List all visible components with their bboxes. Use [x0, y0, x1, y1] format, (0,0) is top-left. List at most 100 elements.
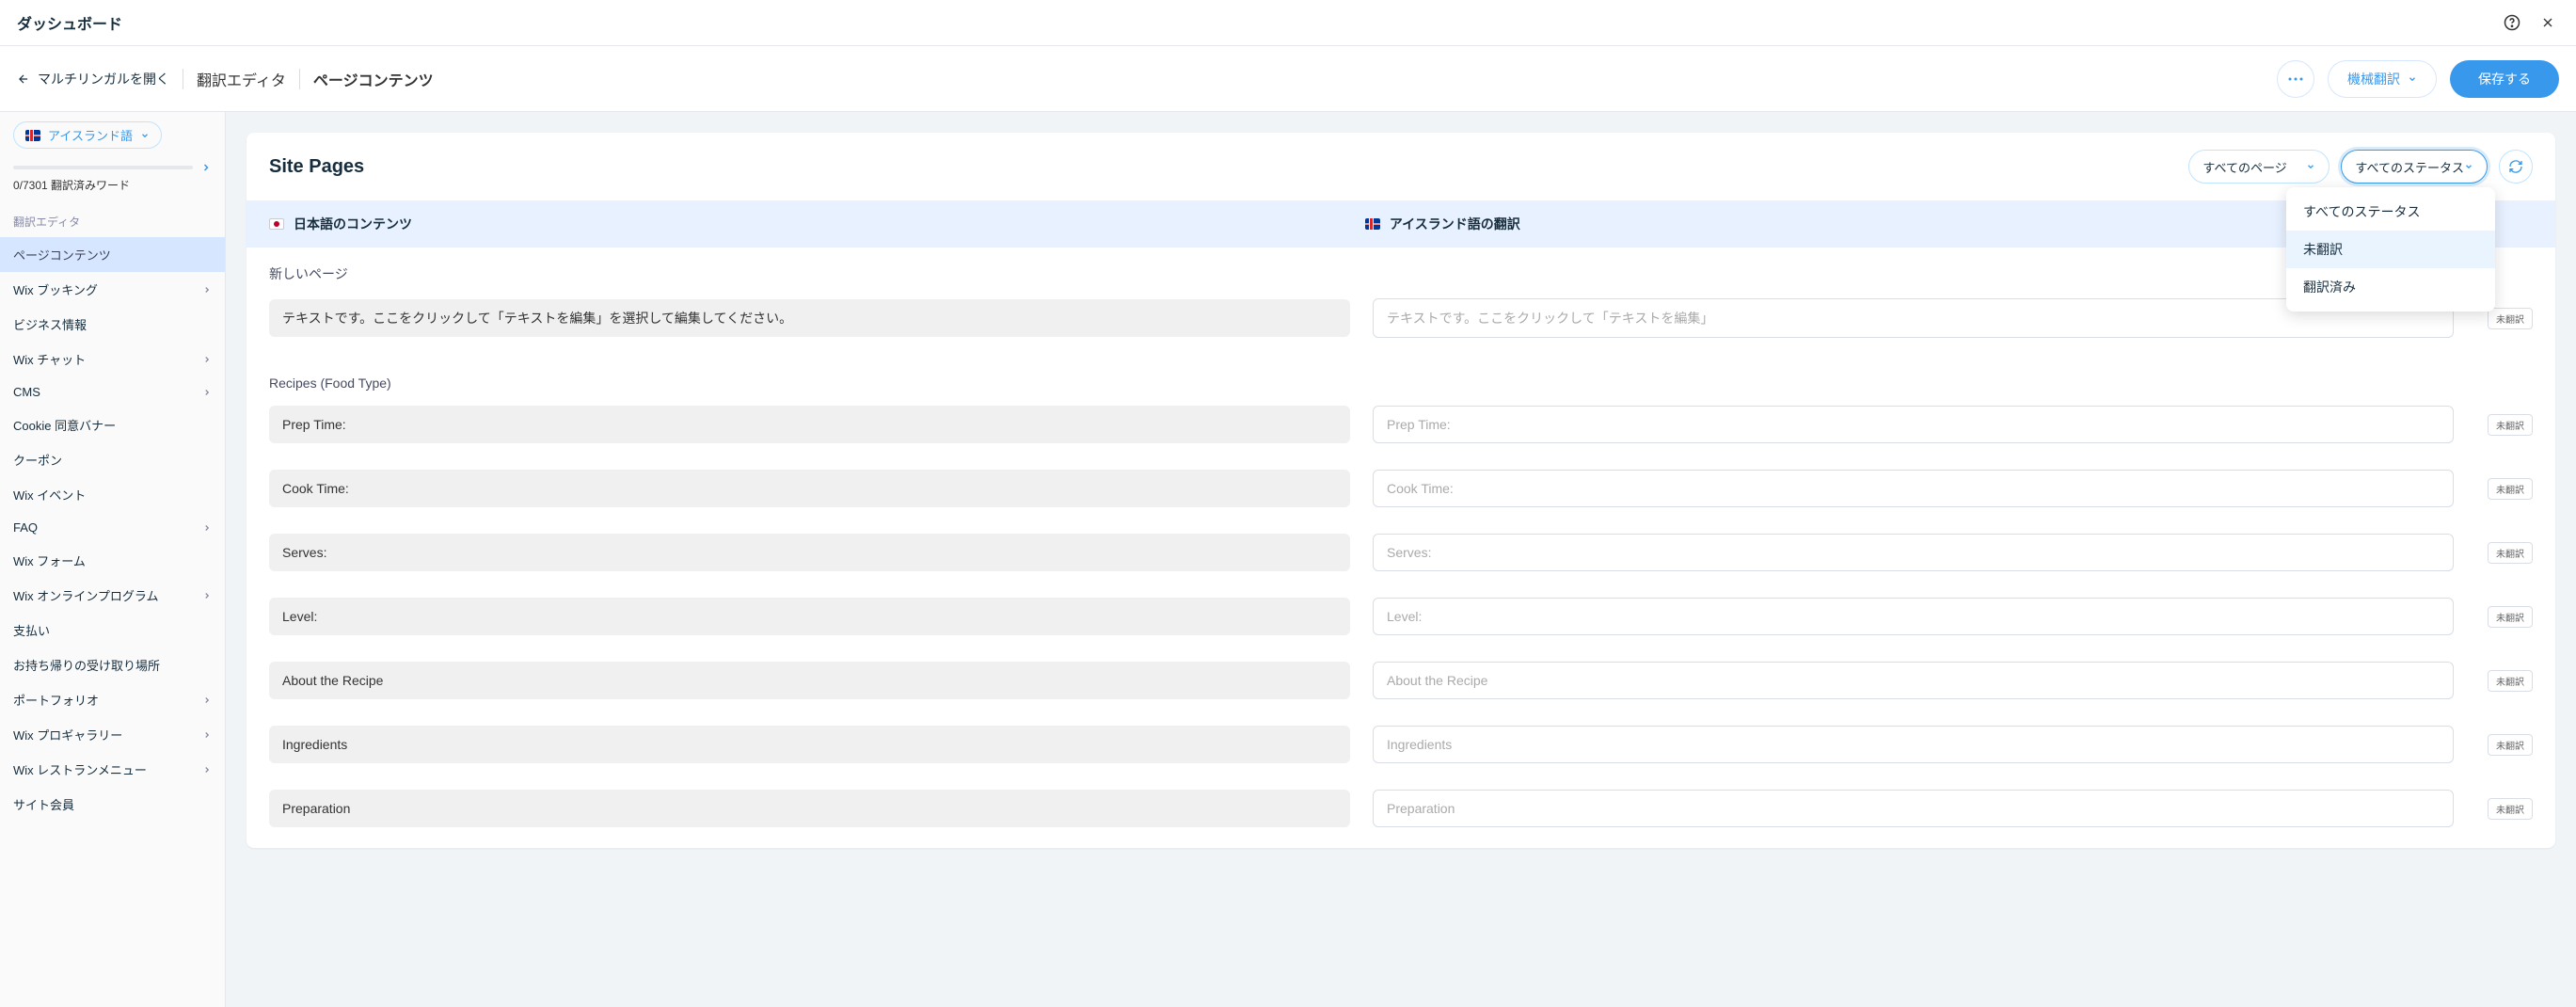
sidebar-item[interactable]: Wix レストランメニュー [0, 752, 225, 787]
sidebar-item[interactable]: Wix イベント [0, 477, 225, 512]
content-panel: Site Pages すべてのページ すべてのステータス [246, 133, 2555, 848]
translation-row: Ingredients Ingredients 未翻訳 [246, 720, 2555, 784]
iceland-flag-icon [25, 130, 40, 141]
sidebar-item[interactable]: Wix ブッキング [0, 272, 225, 307]
target-input[interactable]: Level: [1373, 598, 2454, 635]
source-column-label: 日本語のコンテンツ [294, 215, 412, 233]
sidebar-item-label: Cookie 同意バナー [13, 416, 116, 434]
sidebar-item-label: 支払い [13, 621, 50, 639]
sidebar-item-label: ポートフォリオ [13, 691, 99, 709]
sidebar-item[interactable]: ページコンテンツ [0, 237, 225, 272]
chevron-down-icon [2408, 74, 2417, 84]
source-text[interactable]: テキストです。ここをクリックして「テキストを編集」を選択して編集してください。 [269, 299, 1350, 337]
sidebar-item[interactable]: CMS [0, 376, 225, 408]
chevron-right-icon [202, 730, 212, 740]
breadcrumb-editor[interactable]: 翻訳エディタ [197, 68, 286, 90]
back-link[interactable]: マルチリンガルを開く [17, 70, 169, 88]
sidebar-item-label: ページコンテンツ [13, 246, 111, 264]
sidebar-item-label: FAQ [13, 520, 38, 535]
translation-row: Cook Time:Cook Time:未翻訳 [246, 464, 2555, 528]
chevron-right-icon [202, 695, 212, 705]
source-text[interactable]: Preparation [269, 790, 1350, 827]
sidebar-item-label: ビジネス情報 [13, 315, 87, 333]
translation-row: Prep Time:Prep Time:未翻訳 [246, 400, 2555, 464]
status-badge: 未翻訳 [2488, 670, 2533, 692]
topbar: ダッシュボード [0, 0, 2576, 46]
target-input[interactable]: Serves: [1373, 534, 2454, 571]
source-text[interactable]: Serves: [269, 534, 1350, 571]
status-filter-select[interactable]: すべてのステータス [2341, 150, 2488, 184]
close-icon[interactable] [2536, 11, 2559, 34]
machine-translate-label: 機械翻訳 [2347, 70, 2400, 88]
sidebar-item[interactable]: 支払い [0, 613, 225, 647]
status-badge: 未翻訳 [2488, 798, 2533, 820]
source-text[interactable]: Level: [269, 598, 1350, 635]
target-input[interactable]: Prep Time: [1373, 406, 2454, 443]
machine-translate-button[interactable]: 機械翻訳 [2328, 60, 2437, 98]
source-text[interactable]: Cook Time: [269, 470, 1350, 507]
more-button[interactable] [2277, 60, 2314, 98]
target-input[interactable]: Preparation [1373, 790, 2454, 827]
dropdown-opt-untranslated[interactable]: 未翻訳 [2286, 231, 2495, 268]
source-text[interactable]: Prep Time: [269, 406, 1350, 443]
dropdown-opt-translated[interactable]: 翻訳済み [2286, 268, 2495, 306]
dropdown-opt-all[interactable]: すべてのステータス [2286, 193, 2495, 231]
sidebar: アイスランド語 0/7301 翻訳済みワード 翻訳エディタ ページコンテンツWi… [0, 112, 226, 1007]
sidebar-item-label: Wix レストランメニュー [13, 760, 147, 778]
sidebar-item[interactable]: Wix オンラインプログラム [0, 578, 225, 613]
save-button[interactable]: 保存する [2450, 60, 2559, 98]
source-text[interactable]: About the Recipe [269, 662, 1350, 699]
sidebar-item[interactable]: ビジネス情報 [0, 307, 225, 342]
source-text[interactable]: Ingredients [269, 726, 1350, 763]
sidebar-item[interactable]: Wix チャット [0, 342, 225, 376]
chevron-right-icon [202, 591, 212, 600]
page-filter-select[interactable]: すべてのページ [2188, 150, 2330, 184]
sidebar-item[interactable]: クーポン [0, 442, 225, 477]
status-badge: 未翻訳 [2488, 734, 2533, 756]
target-input[interactable]: Ingredients [1373, 726, 2454, 763]
refresh-button[interactable] [2499, 150, 2533, 184]
status-badge: 未翻訳 [2488, 606, 2533, 628]
actionbar: マルチリンガルを開く 翻訳エディタ ページコンテンツ 機械翻訳 保存する [0, 46, 2576, 112]
section-label: Recipes (Food Type) [246, 359, 2555, 400]
panel-header: Site Pages すべてのページ すべてのステータス [246, 133, 2555, 200]
help-icon[interactable] [2501, 11, 2523, 34]
japan-flag-icon [269, 218, 284, 230]
chevron-right-icon [202, 388, 212, 397]
divider [299, 69, 300, 89]
sidebar-item[interactable]: ポートフォリオ [0, 682, 225, 717]
sidebar-item[interactable]: Wix フォーム [0, 543, 225, 578]
sidebar-item-label: Wix ブッキング [13, 280, 98, 298]
section-label: 新しいページ [246, 248, 2555, 293]
target-input[interactable]: Cook Time: [1373, 470, 2454, 507]
target-column-label: アイスランド語の翻訳 [1390, 215, 1520, 233]
iceland-flag-icon [1365, 218, 1380, 230]
sidebar-section-label: 翻訳エディタ [0, 206, 225, 237]
sidebar-item-label: CMS [13, 385, 40, 399]
arrow-left-icon [17, 72, 30, 86]
language-select[interactable]: アイスランド語 [13, 121, 162, 149]
sidebar-item-label: クーポン [13, 451, 62, 469]
progress-expand[interactable] [200, 162, 212, 173]
page-filter-label: すべてのページ [2202, 158, 2286, 176]
status-filter-label: すべてのステータス [2355, 158, 2464, 176]
chevron-right-icon [202, 765, 212, 775]
panel-title: Site Pages [269, 156, 2177, 178]
column-header-row: 日本語のコンテンツ アイスランド語の翻訳 [246, 200, 2555, 248]
sidebar-item[interactable]: お持ち帰りの受け取り場所 [0, 647, 225, 682]
sidebar-item[interactable]: FAQ [0, 512, 225, 543]
sidebar-item-label: Wix オンラインプログラム [13, 586, 159, 604]
status-filter-dropdown: すべてのステータス 未翻訳 翻訳済み [2286, 187, 2495, 312]
sidebar-item-label: Wix イベント [13, 486, 86, 504]
sidebar-item-label: お持ち帰りの受け取り場所 [13, 656, 160, 674]
main-area: Site Pages すべてのページ すべてのステータス [226, 112, 2576, 1007]
status-badge: 未翻訳 [2488, 542, 2533, 564]
translation-row: Level: Level: 未翻訳 [246, 592, 2555, 656]
translation-row: テキストです。ここをクリックして「テキストを編集」を選択して編集してください。テ… [246, 293, 2555, 359]
language-label: アイスランド語 [48, 126, 133, 144]
sidebar-item[interactable]: サイト会員 [0, 787, 225, 822]
sidebar-item[interactable]: Cookie 同意バナー [0, 408, 225, 442]
back-label: マルチリンガルを開く [38, 70, 169, 88]
target-input[interactable]: About the Recipe [1373, 662, 2454, 699]
sidebar-item[interactable]: Wix プロギャラリー [0, 717, 225, 752]
